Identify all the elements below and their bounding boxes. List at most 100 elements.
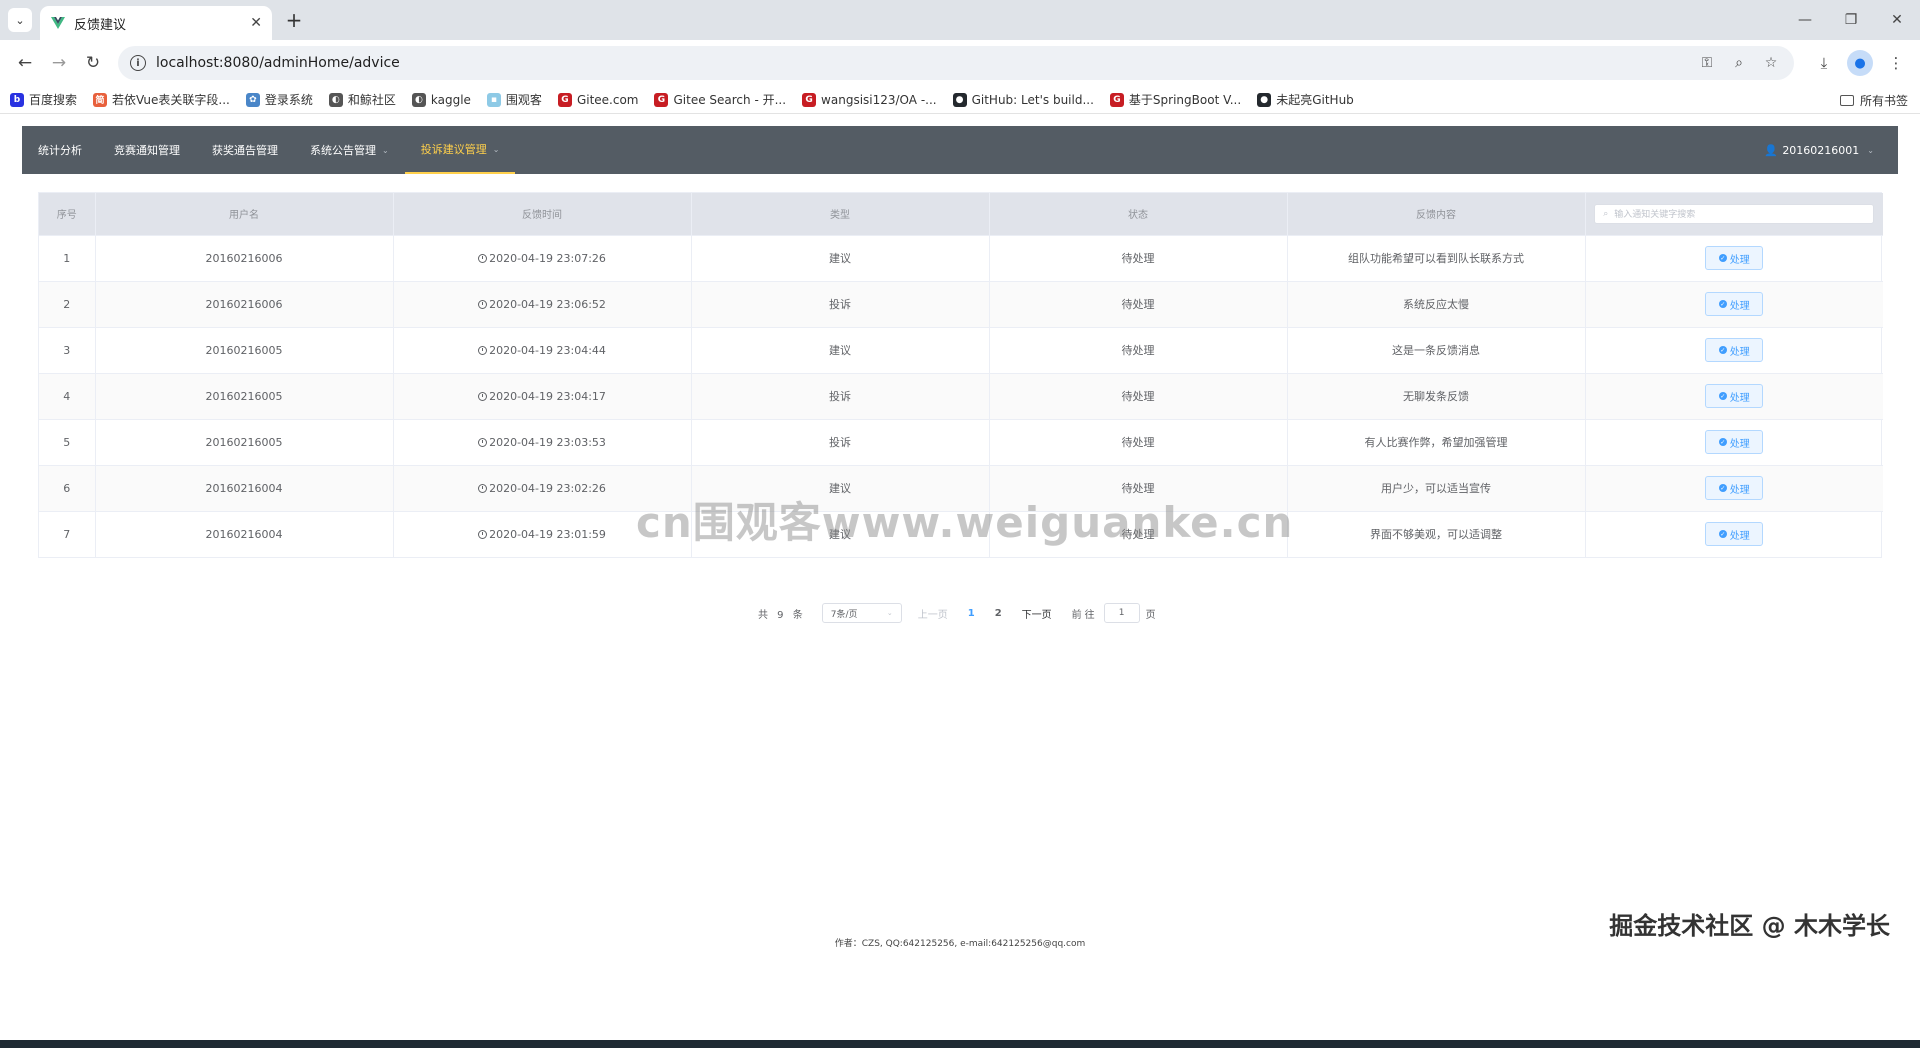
cell-username: 20160216006 <box>95 280 394 327</box>
reload-icon[interactable]: ↻ <box>76 46 110 80</box>
window-controls: — ❐ ✕ <box>1782 0 1920 40</box>
password-key-icon[interactable]: ⚿ <box>1696 52 1718 74</box>
bookmark-favicon-icon: G <box>654 92 669 107</box>
cell-type: 建议 <box>691 234 990 281</box>
nav-item[interactable]: 获奖通告管理 <box>196 126 294 174</box>
handle-button[interactable]: ✓ 处理 <box>1705 292 1764 316</box>
bookmark-item[interactable]: G Gitee.com <box>557 92 639 107</box>
address-bar[interactable]: i localhost:8080/adminHome/advice ⚿ ⌕ ☆ <box>118 46 1794 80</box>
handle-button-label: 处理 <box>1729 300 1750 312</box>
check-circle-icon: ✓ <box>1718 346 1727 354</box>
nav-item[interactable]: 投诉建议管理 ⌄ <box>404 126 516 174</box>
handle-button[interactable]: ✓ 处理 <box>1705 246 1764 270</box>
nav-item[interactable]: 系统公告管理 ⌄ <box>294 126 405 174</box>
handle-button[interactable]: ✓ 处理 <box>1705 476 1764 500</box>
handle-button-label: 处理 <box>1729 392 1750 404</box>
bookmark-item[interactable]: ● GitHub: Let's build... <box>952 92 1094 107</box>
cell-username: 20160216005 <box>95 372 394 419</box>
cell-index: 7 <box>39 510 96 557</box>
zoom-icon[interactable]: ⌕ <box>1728 52 1750 74</box>
cell-status: 待处理 <box>989 372 1288 419</box>
bookmark-favicon-icon: ◐ <box>411 92 426 107</box>
tab-close-icon[interactable]: ✕ <box>250 15 262 31</box>
handle-button[interactable]: ✓ 处理 <box>1705 338 1764 362</box>
cell-index: 5 <box>39 418 96 465</box>
forward-icon[interactable]: → <box>42 46 76 80</box>
cell-type: 投诉 <box>691 280 990 327</box>
bookmark-favicon-icon: G <box>1109 92 1124 107</box>
bookmark-favicon-icon: G <box>802 92 817 107</box>
check-circle-icon: ✓ <box>1718 300 1727 308</box>
search-input[interactable]: ⌕ 输入通知关键字搜索 <box>1594 203 1875 224</box>
handle-button[interactable]: ✓ 处理 <box>1705 522 1764 547</box>
menu-kebab-icon[interactable]: ⋮ <box>1880 47 1912 79</box>
cell-content: 组队功能希望可以看到队长联系方式 <box>1287 234 1586 281</box>
page-number-1[interactable]: 1 <box>968 608 975 619</box>
bookmark-item[interactable]: ▪ 围观客 <box>486 91 542 108</box>
column-header: 状态 <box>989 193 1288 235</box>
bookmark-item[interactable]: G 基于SpringBoot V... <box>1109 91 1241 108</box>
cell-status: 待处理 <box>989 234 1288 281</box>
column-header: 序号 <box>39 193 96 235</box>
handle-button[interactable]: ✓ 处理 <box>1705 384 1764 408</box>
clock-icon <box>478 437 488 447</box>
bookmark-label: Gitee.com <box>576 92 639 107</box>
back-icon[interactable]: ← <box>8 46 42 80</box>
bookmark-favicon-icon: ● <box>1257 92 1272 107</box>
clock-icon <box>478 299 488 309</box>
bookmark-item[interactable]: ◐ kaggle <box>411 92 471 107</box>
page-number-2[interactable]: 2 <box>995 608 1002 619</box>
cell-index: 4 <box>39 372 96 419</box>
bookmark-star-icon[interactable]: ☆ <box>1760 52 1782 74</box>
bookmark-favicon-icon: ● <box>952 92 967 107</box>
all-bookmarks-label: 所有书签 <box>1859 94 1908 108</box>
minimize-icon[interactable]: — <box>1782 0 1828 40</box>
cell-action: ✓ 处理 <box>1585 510 1883 557</box>
download-icon[interactable]: ⤓ <box>1808 47 1840 79</box>
column-header: 反馈内容 <box>1287 193 1586 235</box>
cell-username: 20160216004 <box>95 510 394 557</box>
handle-button[interactable]: ✓ 处理 <box>1705 430 1764 454</box>
table-row: 4 20160216005 2020-04-19 23:04:17 投诉 待处理 无聊发条… <box>39 372 1883 419</box>
bookmark-item[interactable]: ◐ 和鲸社区 <box>328 91 396 108</box>
bookmark-item[interactable]: ✿ 登录系统 <box>245 91 313 108</box>
cell-content: 界面不够美观，可以适调整 <box>1287 510 1586 557</box>
cell-content: 有人比赛作弊，希望加强管理 <box>1287 418 1586 465</box>
cell-status: 待处理 <box>989 418 1288 465</box>
tab-search-button[interactable]: ⌄ <box>8 8 32 32</box>
prev-page-button[interactable]: 上一页 <box>918 606 948 621</box>
all-bookmarks-button[interactable]: 所有书签 <box>1839 92 1908 109</box>
search-placeholder: 输入通知关键字搜索 <box>1614 210 1696 221</box>
cell-content: 用户少，可以适当宣传 <box>1287 464 1586 511</box>
url-text[interactable]: localhost:8080/adminHome/advice <box>156 55 1696 71</box>
folder-icon <box>1839 95 1854 106</box>
column-header: 用户名 <box>95 193 394 235</box>
bookmark-item[interactable]: 简若依Vue表关联字段... <box>93 91 230 108</box>
top-nav-menu: 统计分析 竞赛通知管理 获奖通告管理 系统公告管理 ⌄ 投诉建议管理 ⌄ 👤 2016021… <box>22 126 1898 174</box>
bookmark-label: kaggle <box>430 92 471 107</box>
close-window-icon[interactable]: ✕ <box>1874 0 1920 40</box>
nav-item[interactable]: 竞赛通知管理 <box>98 126 196 174</box>
cell-action: ✓ 处理 <box>1585 464 1883 511</box>
restore-icon[interactable]: ❐ <box>1828 0 1874 40</box>
bookmark-item[interactable]: ● 未起亮GitHub <box>1257 91 1354 108</box>
time-text: 2020-04-19 23:01:59 <box>489 527 606 541</box>
bookmark-item[interactable]: Gwangsisi123/OA -... <box>802 92 937 107</box>
profile-avatar-icon[interactable]: ● <box>1847 50 1873 76</box>
bookmark-item[interactable]: G Gitee Search - 开... <box>654 91 786 108</box>
check-circle-icon: ✓ <box>1718 254 1727 262</box>
page-size-select[interactable]: 7条/页 ⌄ <box>821 603 902 623</box>
nav-user-dropdown[interactable]: 👤 20160216001 ⌄ <box>1764 126 1874 174</box>
site-info-icon[interactable]: i <box>130 55 146 71</box>
next-page-button[interactable]: 下一页 <box>1022 606 1052 621</box>
browser-tab-active[interactable]: 反馈建议 ✕ <box>40 6 272 40</box>
chevron-down-icon: ⌄ <box>1867 145 1874 155</box>
new-tab-button[interactable]: + <box>282 8 306 32</box>
bookmark-favicon-icon: G <box>557 92 572 107</box>
bookmark-label: GitHub: Let's build... <box>971 92 1094 107</box>
nav-item[interactable]: 统计分析 <box>22 126 98 174</box>
goto-page-input[interactable]: 1 <box>1103 603 1140 623</box>
bookmark-favicon-icon: ✿ <box>245 92 260 107</box>
bookmark-item[interactable]: b 百度搜索 <box>10 91 77 108</box>
cell-action: ✓ 处理 <box>1585 234 1883 281</box>
